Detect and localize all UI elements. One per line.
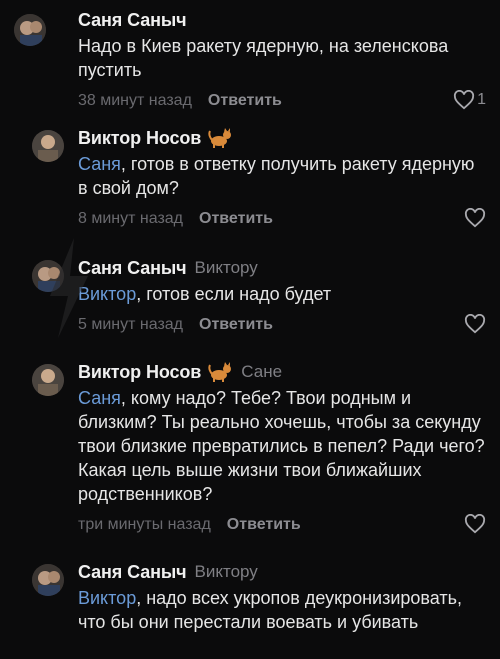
timestamp: три минуты назад: [78, 516, 211, 533]
cat-emoji-icon: [207, 361, 233, 383]
avatar[interactable]: [32, 564, 64, 596]
avatar[interactable]: [32, 364, 64, 396]
reply-button[interactable]: Ответить: [199, 210, 273, 228]
comment-text: Саня, кому надо? Тебе? Твои родным и бли…: [78, 388, 485, 504]
author-name[interactable]: Саня Саныч: [78, 258, 187, 279]
like-button[interactable]: [464, 208, 486, 228]
mention-link[interactable]: Саня: [78, 154, 121, 174]
reply-button[interactable]: Ответить: [208, 92, 282, 110]
lightning-watermark-icon: [50, 238, 88, 338]
timestamp: 8 минут назад: [78, 210, 184, 227]
mention-link[interactable]: Саня: [78, 388, 121, 408]
heart-outline-icon: [464, 514, 486, 534]
author-name[interactable]: Саня Саныч: [78, 562, 187, 583]
heart-outline-icon: [464, 208, 486, 228]
reply-to-label[interactable]: Сане: [241, 362, 282, 382]
reply-button[interactable]: Ответить: [227, 516, 301, 534]
like-button[interactable]: [464, 514, 486, 534]
reply-to-label[interactable]: Виктору: [195, 562, 258, 582]
comment-text: Надо в Киев ракету ядерную, на зеленсков…: [78, 36, 449, 80]
comment-text: Саня, готов в ответку получить ракету яд…: [78, 154, 475, 198]
reply-to-label[interactable]: Виктору: [195, 258, 258, 278]
comments-feed: Саня Саныч Надо в Киев ракету ядерную, н…: [0, 0, 500, 659]
author-name[interactable]: Виктор Носов: [78, 362, 201, 383]
avatar[interactable]: [14, 14, 46, 46]
comment-text: Виктор, готов если надо будет: [78, 284, 332, 304]
avatar[interactable]: [32, 130, 64, 162]
mention-link[interactable]: Виктор: [78, 588, 136, 608]
author-name[interactable]: Виктор Носов: [78, 128, 201, 149]
comment-text: Виктор, надо всех укропов деукронизирова…: [78, 588, 462, 632]
like-count: 1: [477, 91, 486, 108]
timestamp: 38 минут назад: [78, 92, 192, 109]
author-name[interactable]: Саня Саныч: [78, 10, 187, 31]
reply-button[interactable]: Ответить: [199, 316, 273, 334]
heart-outline-icon: [464, 314, 486, 334]
heart-outline-icon: [454, 90, 475, 110]
like-button[interactable]: [464, 314, 486, 334]
like-button[interactable]: 1: [453, 90, 486, 110]
cat-emoji-icon: [207, 127, 233, 149]
